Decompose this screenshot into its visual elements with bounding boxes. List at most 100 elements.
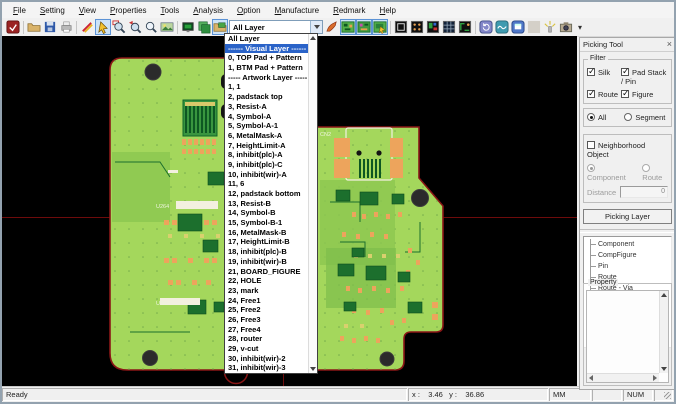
menu-item[interactable]: File xyxy=(6,4,33,17)
layer-option[interactable]: 6, MetalMask-A xyxy=(225,131,308,141)
app-icon[interactable] xyxy=(5,19,21,35)
zoom-search-icon[interactable] xyxy=(143,19,159,35)
filter-checkbox[interactable]: Figure xyxy=(621,90,668,99)
menu-item[interactable]: Option xyxy=(230,4,268,17)
filter-checkbox[interactable]: Route xyxy=(587,90,621,99)
layer-option[interactable]: 23, mark xyxy=(225,286,308,296)
radio-segment[interactable]: Segment xyxy=(624,113,665,122)
menu-item[interactable]: View xyxy=(72,4,103,17)
menu-item[interactable]: Help xyxy=(373,4,403,17)
capture-icon[interactable] xyxy=(558,19,574,35)
radio-icon xyxy=(587,113,595,121)
menu-item[interactable]: Setting xyxy=(33,4,72,17)
layer-option[interactable]: 21, BOARD_FIGURE xyxy=(225,267,308,277)
highlight-icon[interactable] xyxy=(542,19,558,35)
layer-option[interactable]: 11, 6 xyxy=(225,179,308,189)
filter-checkbox[interactable]: Silk xyxy=(587,68,621,86)
menu-item[interactable]: Tools xyxy=(154,4,187,17)
layer-option[interactable]: 27, Free4 xyxy=(225,325,308,335)
list-item[interactable]: Pin xyxy=(586,261,671,272)
layer-option[interactable]: 1, BTM Pad + Pattern xyxy=(225,63,308,73)
chip-black-icon[interactable] xyxy=(393,19,409,35)
list-item[interactable]: CompFigure xyxy=(586,250,671,261)
display-mode-icon[interactable] xyxy=(180,19,196,35)
close-icon[interactable]: × xyxy=(667,40,672,49)
window-blue-icon[interactable] xyxy=(510,19,526,35)
chip-pads-icon[interactable] xyxy=(409,19,425,35)
menu-item[interactable]: Analysis xyxy=(186,4,230,17)
board-top-view-icon[interactable] xyxy=(340,19,356,35)
scroll-down-icon[interactable] xyxy=(661,367,667,371)
layer-option[interactable]: 22, HOLE xyxy=(225,276,308,286)
layer-option[interactable]: 2, padstack top xyxy=(225,92,308,102)
radio-component[interactable]: Component xyxy=(587,164,628,182)
scroll-down-icon[interactable] xyxy=(310,367,316,371)
layer-option[interactable]: 18, inhibit(plc)-B xyxy=(225,247,308,257)
combobox-dropdown-button[interactable] xyxy=(310,21,322,33)
scroll-left-icon[interactable] xyxy=(589,375,593,381)
scroll-up-icon[interactable] xyxy=(310,36,316,40)
open-icon[interactable] xyxy=(26,19,42,35)
zoom-previous-icon[interactable] xyxy=(127,19,143,35)
print-icon[interactable] xyxy=(58,19,74,35)
menu-item[interactable]: Manufacture xyxy=(268,4,326,17)
picking-layer-button[interactable]: Picking Layer xyxy=(583,209,672,224)
save-icon[interactable] xyxy=(42,19,58,35)
paint-layer-icon[interactable] xyxy=(324,19,340,35)
layer-option[interactable]: 19, inhibit(wir)-B xyxy=(225,257,308,267)
filter-checkbox[interactable]: Pad Stack / Pin xyxy=(621,68,668,86)
property-hscrollbar[interactable] xyxy=(587,373,659,382)
list-item[interactable]: Component xyxy=(586,239,671,250)
layer-option[interactable]: 25, Free2 xyxy=(225,305,308,315)
scroll-up-icon[interactable] xyxy=(661,293,667,297)
layer-option[interactable]: 31, inhibit(wir)-3 xyxy=(225,363,308,373)
distance-input[interactable]: 0 xyxy=(620,186,668,198)
layer-option[interactable]: 0, TOP Pad + Pattern xyxy=(225,53,308,63)
layer-option[interactable]: All Layer xyxy=(225,34,308,44)
wave-blue-icon[interactable] xyxy=(494,19,510,35)
layer-option[interactable]: ------ Visual Layer ------ xyxy=(225,44,308,54)
property-vscrollbar[interactable] xyxy=(659,291,668,373)
layer-option[interactable]: 12, padstack bottom xyxy=(225,189,308,199)
layer-option[interactable]: ----- Artwork Layer ----- xyxy=(225,73,308,83)
layer-option[interactable]: 13, Resist-B xyxy=(225,199,308,209)
scroll-right-icon[interactable] xyxy=(653,375,657,381)
layer-option[interactable]: 10, inhibit(wir)-A xyxy=(225,170,308,180)
dropdown-scrollbar[interactable] xyxy=(308,34,317,373)
board-both-view-icon[interactable] xyxy=(372,19,388,35)
rotate-blue-icon[interactable] xyxy=(478,19,494,35)
net-view-icon[interactable] xyxy=(457,19,473,35)
layer-option[interactable]: 15, Symbol-B-1 xyxy=(225,218,308,228)
layer-option[interactable]: 5, Symbol-A-1 xyxy=(225,121,308,131)
layer-option[interactable]: 28, router xyxy=(225,334,308,344)
overflow-chevron[interactable]: ▾ xyxy=(578,23,582,32)
layer-option[interactable]: 7, HeightLimit-A xyxy=(225,141,308,151)
board-bottom-view-icon[interactable] xyxy=(356,19,372,35)
layer-option[interactable]: 29, v-cut xyxy=(225,344,308,354)
layer-option[interactable]: 24, Free1 xyxy=(225,296,308,306)
chip-color-icon[interactable] xyxy=(425,19,441,35)
layer-option[interactable]: 4, Symbol-A xyxy=(225,112,308,122)
layer-option[interactable]: 1, 1 xyxy=(225,82,308,92)
layer-stack-icon[interactable] xyxy=(196,19,212,35)
radio-route[interactable]: Route xyxy=(642,164,668,182)
menu-item[interactable]: Properties xyxy=(103,4,153,17)
layer-option[interactable]: 9, inhibit(plc)-C xyxy=(225,160,308,170)
radio-all[interactable]: All xyxy=(587,113,606,122)
neighborhood-group: Neighborhood Object Component Route Dist… xyxy=(583,134,672,203)
layer-option[interactable]: 26, Free3 xyxy=(225,315,308,325)
grid-view-icon[interactable] xyxy=(441,19,457,35)
neighborhood-checkbox[interactable]: Neighborhood Object xyxy=(587,141,668,159)
layer-option[interactable]: 14, Symbol-B xyxy=(225,208,308,218)
layer-combobox[interactable]: All Layer xyxy=(229,20,323,34)
measure-icon[interactable] xyxy=(79,19,95,35)
layer-option[interactable]: 30, inhibit(wir)-2 xyxy=(225,354,308,364)
zoom-window-icon[interactable] xyxy=(111,19,127,35)
layer-option[interactable]: 17, HeightLimit-B xyxy=(225,237,308,247)
layer-option[interactable]: 16, MetalMask-B xyxy=(225,228,308,238)
layer-option[interactable]: 8, inhibit(plc)-A xyxy=(225,150,308,160)
menu-item[interactable]: Redmark xyxy=(326,4,372,17)
layer-option[interactable]: 3, Resist-A xyxy=(225,102,308,112)
image-view-icon[interactable] xyxy=(159,19,175,35)
select-icon[interactable] xyxy=(95,19,111,35)
